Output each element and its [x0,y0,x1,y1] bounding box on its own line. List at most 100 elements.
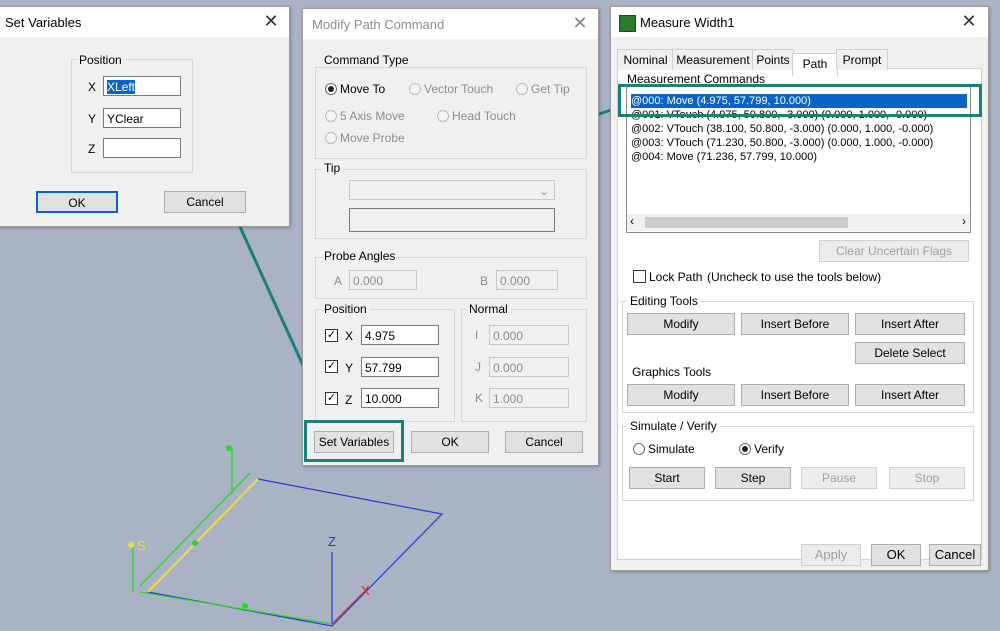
insert-after-button[interactable]: Insert After [855,313,965,335]
selected-command-highlight [618,84,982,117]
apply-button[interactable]: Apply [801,544,861,566]
tab-points[interactable]: Points [752,49,794,70]
y-label: Y [345,361,354,375]
z-label: Z [345,393,353,407]
a-angle-input[interactable]: 0.000 [349,270,417,290]
simulate-label: Simulate [648,442,695,456]
close-icon[interactable]: ✕ [569,13,591,35]
option-label: Move Probe [340,131,405,145]
j-normal-input[interactable]: 0.000 [489,357,569,377]
verify-radio[interactable] [739,443,751,455]
x-checkbox[interactable]: ✓ [325,329,338,342]
point-marker [128,542,134,548]
group-label: Editing Tools [627,294,701,308]
ok-button[interactable]: OK [36,191,118,213]
group-label: Simulate / Verify [627,419,720,433]
point-marker [242,603,248,609]
clear-uncertain-flags-button[interactable]: Clear Uncertain Flags [819,240,969,262]
start-button[interactable]: Start [629,467,705,489]
a-label: A [334,274,343,288]
vector-touch-radio[interactable] [409,83,421,95]
measure-width-window: Measure Width1 ✕ Nominal Measurement Poi… [610,6,989,571]
z-checkbox[interactable]: ✓ [325,392,338,405]
j-label: J [475,360,481,374]
option-label: Get Tip [531,82,570,96]
scroll-left-icon[interactable]: ‹ [630,214,634,228]
workplane-outline [146,478,444,627]
simulate-verify-group [622,426,974,501]
close-icon[interactable]: ✕ [260,11,282,33]
y-label: Y [88,112,97,126]
group-label: Command Type [321,53,412,67]
simulate-radio[interactable] [633,443,645,455]
point-marker [226,445,232,451]
b-label: B [480,274,489,288]
group-label: Position [76,53,125,67]
axis-x-label: X [361,583,370,598]
group-label: Normal [466,302,511,316]
chevron-down-icon: ⌄ [538,184,549,198]
ok-button[interactable]: OK [871,544,921,566]
move-probe-radio[interactable] [325,132,337,144]
x-label: X [345,329,354,343]
x-label: X [88,80,97,94]
app-icon [619,15,636,32]
option-label: 5 Axis Move [340,109,405,123]
window-title: Measure Width1 [640,15,735,30]
lock-path-hint: (Uncheck to use the tools below) [707,270,882,284]
graphics-modify-button[interactable]: Modify [627,384,735,406]
step-button[interactable]: Step [715,467,791,489]
tip-dropdown[interactable]: ⌄ [349,180,555,200]
y-checkbox[interactable]: ✓ [325,360,338,373]
tab-nominal[interactable]: Nominal [617,49,674,70]
option-label: Head Touch [452,109,516,123]
horizontal-scrollbar[interactable]: ‹ › [627,214,970,231]
graphics-insert-before-button[interactable]: Insert Before [741,384,849,406]
ok-button[interactable]: OK [411,431,489,453]
axis-s-label: S [137,538,146,553]
point-marker [192,540,198,546]
close-icon[interactable]: ✕ [958,11,980,33]
pause-button[interactable]: Pause [801,467,877,489]
verify-label: Verify [754,442,785,456]
graphics-insert-after-button[interactable]: Insert After [855,384,965,406]
z-variable-input[interactable] [103,138,181,158]
i-label: I [475,328,479,342]
k-label: K [475,391,484,405]
five-axis-move-radio[interactable] [325,110,337,122]
insert-before-button[interactable]: Insert Before [741,313,849,335]
x-position-input[interactable]: 4.975 [361,325,439,345]
axis-z-label: Z [328,534,336,549]
list-item[interactable]: @002: VTouch (38.100, 50.800, -3.000) (0… [631,122,933,136]
head-touch-radio[interactable] [437,110,449,122]
lock-path-checkbox[interactable] [633,270,646,283]
modify-path-command-dialog: Modify Path Command ✕ Command Type Move … [302,8,599,466]
y-variable-input[interactable]: YClear [103,108,181,128]
cancel-button[interactable]: Cancel [505,431,583,453]
path-line [139,591,333,625]
stop-button[interactable]: Stop [889,467,965,489]
y-position-input[interactable]: 57.799 [361,357,439,377]
scroll-right-icon[interactable]: › [962,214,966,228]
tab-measurement[interactable]: Measurement [672,49,754,70]
tip-field[interactable] [349,208,555,232]
tab-prompt[interactable]: Prompt [836,49,888,70]
move-to-radio[interactable] [325,83,337,95]
path-line [139,472,251,587]
x-variable-input[interactable]: XLeft [103,76,181,96]
i-normal-input[interactable]: 0.000 [489,325,569,345]
cancel-button[interactable]: Cancel [164,191,246,213]
scroll-thumb[interactable] [645,217,848,228]
b-angle-input[interactable]: 0.000 [496,270,558,290]
cancel-button[interactable]: Cancel [929,544,981,566]
list-item[interactable]: @004: Move (71.236, 57.799, 10.000) [631,150,817,164]
tab-path[interactable]: Path [792,53,838,76]
k-normal-input[interactable]: 1.000 [489,388,569,408]
get-tip-radio[interactable] [516,83,528,95]
modify-button[interactable]: Modify [627,313,735,335]
z-label: Z [88,142,96,156]
option-label: Vector Touch [424,82,494,96]
z-position-input[interactable]: 10.000 [361,388,439,408]
list-item[interactable]: @003: VTouch (71.230, 50.800, -3.000) (0… [631,136,933,150]
delete-select-button[interactable]: Delete Select [855,342,965,364]
